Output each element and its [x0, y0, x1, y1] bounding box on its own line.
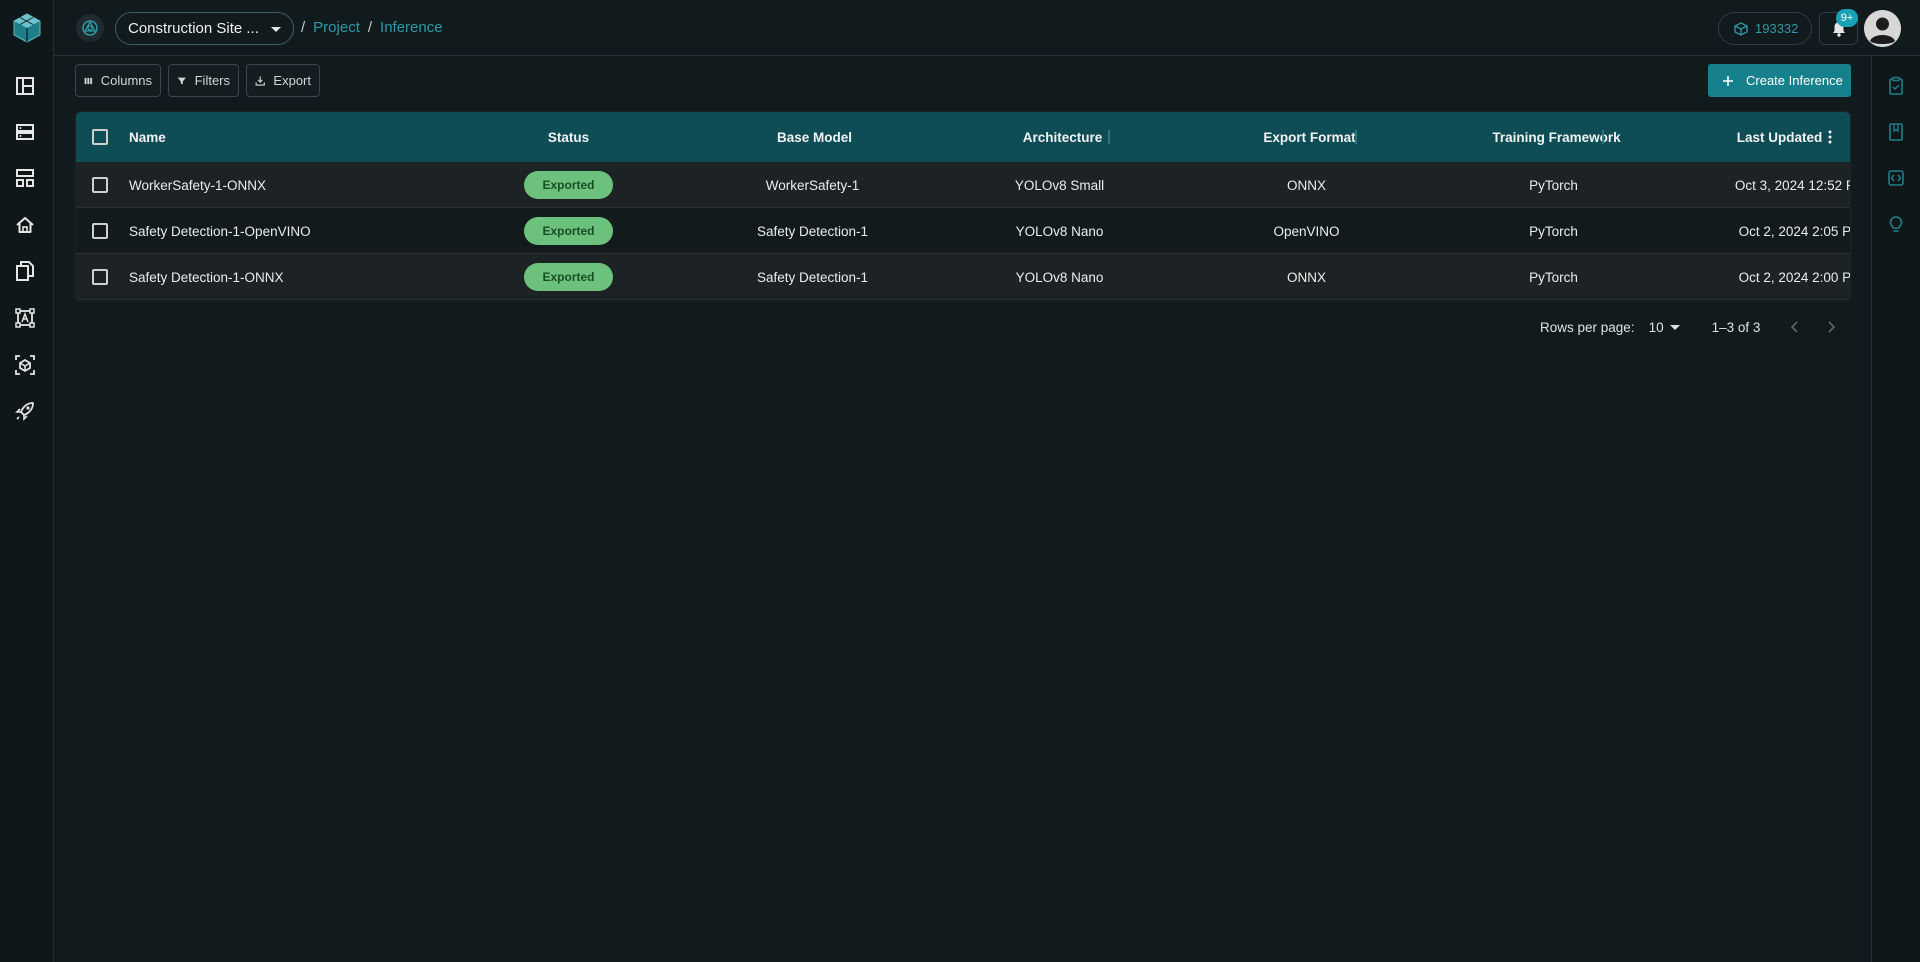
- rows-per-page-label: Rows per page:: [1540, 319, 1635, 335]
- row-checkbox[interactable]: [92, 223, 108, 239]
- cell-last-updated: Oct 2, 2024 2:05 PM: [1738, 223, 1851, 239]
- clipboard-icon[interactable]: [1886, 76, 1906, 96]
- cell-status: Exported: [476, 162, 661, 208]
- column-header-architecture[interactable]: Architecture: [970, 112, 1155, 162]
- chevron-down-icon: [1669, 324, 1680, 330]
- row-checkbox[interactable]: [92, 177, 108, 193]
- home-icon[interactable]: [14, 214, 36, 236]
- table-row[interactable]: Safety Detection-1-ONNX Exported Safety …: [76, 254, 1851, 300]
- table-row[interactable]: WorkerSafety-1-ONNX Exported WorkerSafet…: [76, 162, 1850, 208]
- filters-button[interactable]: Filters: [168, 64, 239, 97]
- cell-export-format: OpenVINO: [1273, 223, 1340, 239]
- breadcrumb: / Project / Inference: [301, 19, 443, 36]
- status-badge: Exported: [524, 217, 613, 245]
- user-icon: [1864, 10, 1901, 47]
- row-checkbox[interactable]: [92, 269, 108, 285]
- previous-page-icon[interactable]: [1790, 320, 1800, 334]
- project-select[interactable]: Construction Site ...: [115, 12, 294, 45]
- user-avatar[interactable]: [1864, 10, 1901, 47]
- columns-icon: [84, 77, 93, 84]
- create-inference-label: Create Inference: [1746, 73, 1843, 88]
- plus-icon: [1723, 75, 1733, 86]
- app-logo-icon[interactable]: [13, 13, 41, 43]
- column-resize-handle[interactable]: [1602, 130, 1604, 144]
- status-badge: Exported: [524, 263, 613, 291]
- cell-export-format: ONNX: [1286, 269, 1326, 285]
- storage-icon[interactable]: [14, 121, 36, 143]
- credits-button[interactable]: 193332: [1718, 12, 1812, 45]
- cell-training-framework: PyTorch: [1529, 269, 1578, 285]
- notifications-badge: 9+: [1836, 9, 1858, 27]
- cell-status: Exported: [476, 254, 661, 300]
- export-label: Export: [273, 73, 311, 88]
- cell-last-updated: Oct 2, 2024 2:00 PM: [1738, 269, 1851, 285]
- table-row[interactable]: Safety Detection-1-OpenVINO Exported Saf…: [76, 208, 1851, 254]
- cell-base-model: Safety Detection-1: [756, 223, 869, 239]
- columns-label: Columns: [100, 73, 152, 88]
- models-icon[interactable]: [14, 354, 36, 376]
- code-icon[interactable]: [1886, 168, 1906, 188]
- column-menu-icon[interactable]: [1824, 112, 1836, 162]
- right-sidebar: [1871, 56, 1920, 962]
- column-header-training-framework[interactable]: Training Framework: [1464, 112, 1649, 162]
- columns-button[interactable]: Columns: [75, 64, 161, 97]
- pagination-range: 1–3 of 3: [1711, 319, 1761, 335]
- chevron-down-icon: [271, 27, 281, 32]
- column-resize-handle[interactable]: [1108, 130, 1110, 144]
- status-badge: Exported: [524, 171, 613, 199]
- cell-training-framework: PyTorch: [1529, 223, 1578, 239]
- annotation-icon[interactable]: [14, 307, 36, 329]
- files-icon[interactable]: [14, 260, 36, 282]
- dashboard-icon[interactable]: [14, 75, 36, 97]
- column-resize-handle[interactable]: [1355, 130, 1357, 144]
- cell-name: Safety Detection-1-OpenVINO: [129, 223, 311, 239]
- breadcrumb-inference-link[interactable]: Inference: [380, 19, 443, 36]
- cell-name: Safety Detection-1-ONNX: [129, 269, 284, 285]
- download-icon: [255, 76, 265, 86]
- project-select-value: Construction Site ...: [128, 20, 259, 37]
- datasets-icon[interactable]: [14, 167, 36, 189]
- cell-base-model: WorkerSafety-1: [765, 177, 860, 193]
- breadcrumb-project-link[interactable]: Project: [313, 19, 360, 36]
- bulb-icon[interactable]: [1886, 215, 1906, 235]
- rows-per-page-select[interactable]: 10: [1649, 320, 1680, 335]
- inference-table: Name Status Base Model Architecture Expo…: [75, 111, 1851, 302]
- project-avatar-icon[interactable]: [76, 14, 104, 42]
- cell-status: Exported: [476, 208, 661, 254]
- column-header-export-format[interactable]: Export Format: [1217, 112, 1402, 162]
- select-all-checkbox[interactable]: [92, 129, 108, 145]
- pagination: Rows per page: 10 1–3 of 3: [1540, 315, 1836, 339]
- cube-icon: [1734, 21, 1748, 36]
- breadcrumb-separator: /: [367, 19, 373, 36]
- table-header: Name Status Base Model Architecture Expo…: [76, 112, 1850, 162]
- top-bar: Construction Site ... / Project / Infere…: [54, 0, 1920, 56]
- create-inference-button[interactable]: Create Inference: [1708, 64, 1851, 97]
- cell-training-framework: PyTorch: [1529, 177, 1578, 193]
- next-page-icon[interactable]: [1826, 320, 1836, 334]
- column-header-base-model[interactable]: Base Model: [722, 112, 907, 162]
- export-button[interactable]: Export: [246, 64, 320, 97]
- deploy-icon[interactable]: [14, 400, 36, 422]
- cell-base-model: Safety Detection-1: [756, 269, 869, 285]
- cell-architecture: YOLOv8 Nano: [1015, 223, 1104, 239]
- rows-per-page-value: 10: [1648, 319, 1664, 335]
- left-sidebar: [0, 0, 54, 962]
- cell-architecture: YOLOv8 Small: [1014, 177, 1105, 193]
- column-header-status[interactable]: Status: [476, 112, 661, 162]
- breadcrumb-separator: /: [301, 19, 306, 36]
- cell-export-format: ONNX: [1286, 177, 1326, 193]
- cell-name: WorkerSafety-1-ONNX: [129, 177, 267, 193]
- column-header-name[interactable]: Name: [129, 112, 166, 162]
- cell-last-updated: Oct 3, 2024 12:52 PM: [1734, 177, 1850, 193]
- bookmark-icon[interactable]: [1886, 122, 1906, 142]
- credits-value: 193332: [1755, 21, 1799, 36]
- cell-architecture: YOLOv8 Nano: [1015, 269, 1104, 285]
- filter-icon: [177, 77, 186, 84]
- filters-label: Filters: [194, 73, 230, 88]
